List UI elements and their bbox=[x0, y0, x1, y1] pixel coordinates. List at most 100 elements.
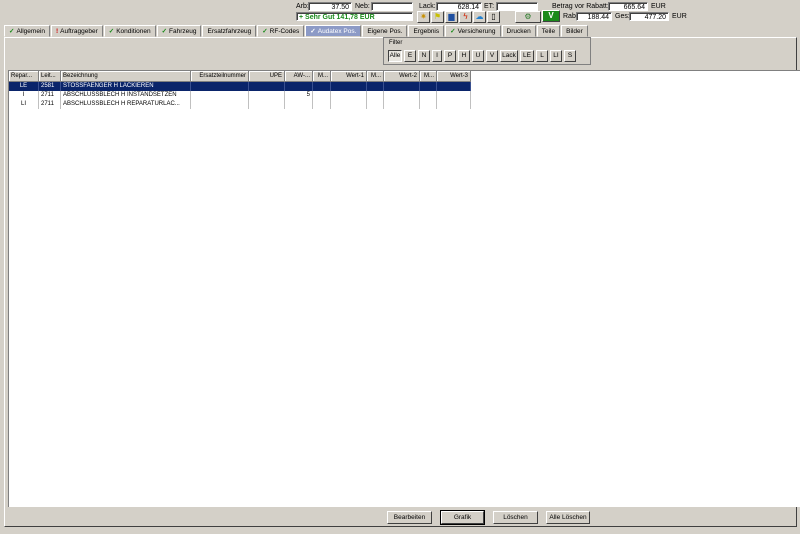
tab-label: RF-Codes bbox=[269, 28, 300, 35]
tools-icon[interactable]: ⚙ bbox=[515, 11, 541, 23]
column-header[interactable]: Leit... bbox=[39, 71, 61, 82]
car-icon[interactable]: ▆ bbox=[445, 11, 458, 23]
table-cell bbox=[420, 82, 437, 91]
rating-field: + Sehr Gut 141,78 EUR bbox=[296, 12, 413, 21]
table-row[interactable]: I 2711 ABSCHLUSSBLECH H INSTANDSETZEN 5 bbox=[9, 91, 471, 100]
filter-button-e[interactable]: E bbox=[404, 50, 416, 62]
table-cell: I bbox=[9, 91, 39, 100]
table-cell: 2711 bbox=[39, 91, 61, 100]
table-cell bbox=[191, 100, 249, 109]
filter-button-l[interactable]: L bbox=[536, 50, 548, 62]
filter-title: Filter bbox=[389, 40, 403, 46]
table-cell bbox=[285, 82, 313, 91]
tab-ergebnis[interactable]: Ergebnis bbox=[408, 25, 445, 37]
table-cell: 5 bbox=[285, 91, 313, 100]
column-header[interactable]: AW-... bbox=[285, 71, 313, 82]
column-header[interactable]: Wert-1 bbox=[331, 71, 367, 82]
check-icon: ✓ bbox=[108, 28, 115, 35]
tab-label: Allgemein bbox=[16, 28, 45, 35]
table-cell bbox=[367, 91, 384, 100]
filter-button-n[interactable]: N bbox=[418, 50, 430, 62]
tab-versicherung[interactable]: ✓ Versicherung bbox=[445, 25, 501, 37]
table-row[interactable]: LI 2711 ABSCHLUSSBLECH H REPARATURLAC... bbox=[9, 100, 471, 109]
lack-label: Lack: bbox=[419, 3, 436, 10]
filter-button-u[interactable]: U bbox=[472, 50, 484, 62]
filter-button-alle[interactable]: Alle bbox=[388, 50, 402, 62]
table-cell: 2711 bbox=[39, 100, 61, 109]
filter-button-v[interactable]: V bbox=[486, 50, 498, 62]
filter-button-le[interactable]: LE bbox=[520, 50, 534, 62]
table-cell: STOSSFAENGER H LACKIEREN bbox=[61, 82, 191, 91]
check-icon: ✓ bbox=[9, 28, 15, 35]
lack-field: 628.14 bbox=[436, 2, 482, 11]
neb-field bbox=[371, 2, 413, 11]
alle-loeschen-button[interactable]: Alle Löschen bbox=[546, 511, 590, 524]
tab-allgemein[interactable]: ✓ Allgemein bbox=[4, 25, 50, 37]
table-cell bbox=[313, 91, 331, 100]
tab-label: Ergebnis bbox=[413, 28, 440, 35]
filter-button-i[interactable]: I bbox=[432, 50, 442, 62]
tab-auftraggeber[interactable]: ! Auftraggeber bbox=[51, 25, 103, 37]
tab-label: Bilder bbox=[566, 28, 583, 35]
check-icon: ✓ bbox=[450, 28, 456, 35]
column-header[interactable]: M... bbox=[367, 71, 384, 82]
ges-unit: EUR bbox=[672, 13, 687, 20]
filter-button-p[interactable]: P bbox=[444, 50, 456, 62]
tab-label: Fahrzeug bbox=[169, 28, 197, 35]
filter-button-lack[interactable]: Lack bbox=[500, 50, 518, 62]
grafik-button[interactable]: Grafik bbox=[440, 510, 485, 525]
loeschen-button[interactable]: Löschen bbox=[493, 511, 538, 524]
column-header[interactable]: M... bbox=[420, 71, 437, 82]
table-cell bbox=[331, 100, 367, 109]
check-icon: ✓ bbox=[310, 28, 316, 35]
tab-rf-codes[interactable]: ✓ RF-Codes bbox=[257, 25, 305, 37]
column-header[interactable]: M... bbox=[313, 71, 331, 82]
table-cell bbox=[384, 100, 420, 109]
document-icon[interactable]: ▯ bbox=[487, 11, 500, 23]
tab-bilder[interactable]: Bilder bbox=[561, 25, 588, 37]
table-cell bbox=[191, 91, 249, 100]
filter-button-li[interactable]: LI bbox=[550, 50, 562, 62]
flash-icon[interactable]: ϟ bbox=[459, 11, 472, 23]
tab-ersatzfahrzeug[interactable]: Ersatzfahrzeug bbox=[202, 25, 257, 37]
table-cell: ABSCHLUSSBLECH H REPARATURLAC... bbox=[61, 100, 191, 109]
et-field bbox=[496, 2, 538, 11]
table-cell bbox=[367, 100, 384, 109]
tab-bar: ✓ Allgemein! Auftraggeber ✓ Konditionen ✓ Fahr… bbox=[4, 25, 589, 37]
check-icon: ✓ bbox=[262, 28, 268, 35]
check-icon: ✓ bbox=[161, 28, 168, 35]
bearbeiten-button[interactable]: Bearbeiten bbox=[387, 511, 432, 524]
betrag-unit: EUR bbox=[651, 3, 666, 10]
column-header[interactable]: Repar... bbox=[9, 71, 39, 82]
tab-label: Drucken bbox=[506, 28, 531, 35]
table-cell bbox=[384, 91, 420, 100]
cloud-icon[interactable]: ☁ bbox=[473, 11, 486, 23]
positions-grid[interactable]: Repar... Leit... Bezeichnung Ersatzteilnumm… bbox=[8, 70, 800, 507]
tab-eigene-pos[interactable]: Eigene Pos. bbox=[362, 25, 408, 37]
tab-teile[interactable]: Teile bbox=[536, 25, 561, 37]
star-icon[interactable]: ✷ bbox=[417, 11, 430, 23]
table-cell bbox=[384, 82, 420, 91]
column-header[interactable]: Bezeichnung bbox=[61, 71, 191, 82]
filter-button-h[interactable]: H bbox=[458, 50, 470, 62]
tab-fahrzeug[interactable]: ✓ Fahrzeug bbox=[156, 25, 202, 37]
tab-audatex-pos[interactable]: ✓ Audatex Pos. bbox=[305, 25, 362, 37]
table-cell bbox=[331, 91, 367, 100]
column-header[interactable]: UPE bbox=[249, 71, 285, 82]
flag-icon[interactable]: ⚑ bbox=[431, 11, 444, 23]
column-header[interactable]: Wert-3 bbox=[437, 71, 471, 82]
table-cell: ABSCHLUSSBLECH H INSTANDSETZEN bbox=[61, 91, 191, 100]
table-row[interactable]: LE 2581 STOSSFAENGER H LACKIEREN bbox=[9, 82, 471, 91]
table-cell bbox=[437, 91, 471, 100]
neb-label: Neb: bbox=[355, 3, 370, 10]
filter-button-s[interactable]: S bbox=[564, 50, 576, 62]
ges-field: 477.20 bbox=[629, 12, 669, 21]
column-header[interactable]: Ersatzteilnummer bbox=[191, 71, 249, 82]
table-cell bbox=[420, 91, 437, 100]
tab-drucken[interactable]: Drucken bbox=[501, 25, 536, 37]
ges-label: Ges: bbox=[615, 13, 630, 20]
v-button[interactable]: V bbox=[542, 10, 560, 22]
tab-label: Audatex Pos. bbox=[317, 28, 357, 35]
tab-konditionen[interactable]: ✓ Konditionen bbox=[103, 25, 156, 37]
column-header[interactable]: Wert-2 bbox=[384, 71, 420, 82]
